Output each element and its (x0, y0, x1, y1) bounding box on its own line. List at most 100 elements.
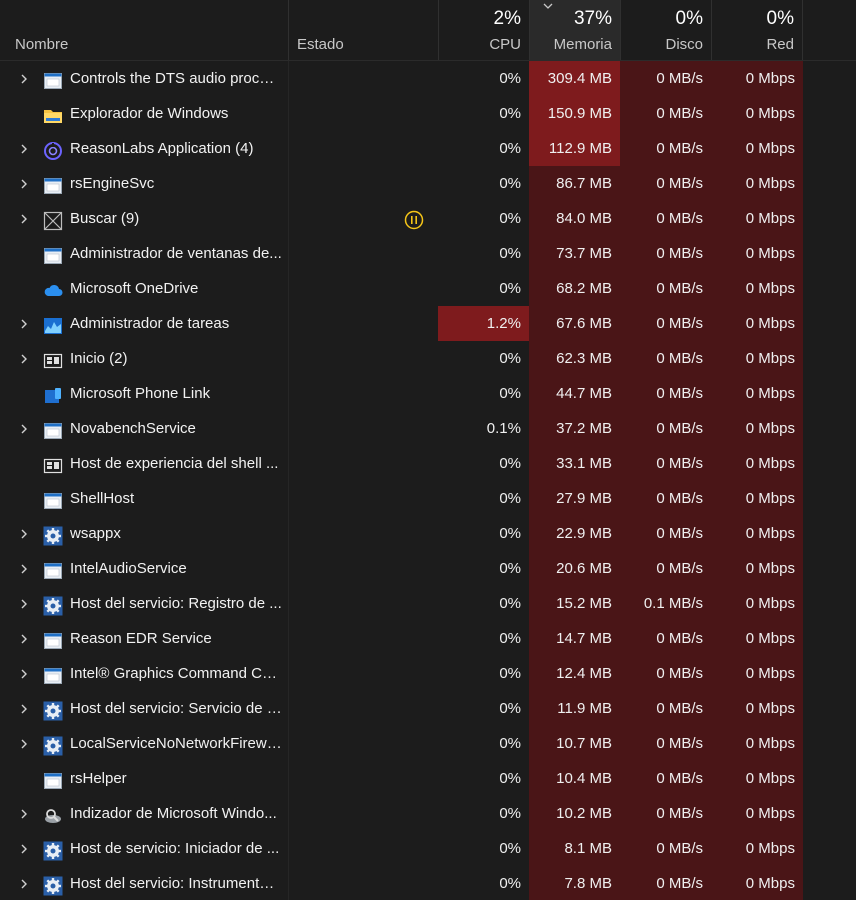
chevron-right-icon[interactable] (18, 516, 30, 551)
process-name: Indizador de Microsoft Windo... (70, 805, 277, 822)
process-row[interactable]: Inicio (2) 0% 62.3 MB 0 MB/s 0 Mbps (0, 341, 856, 376)
process-cpu-cell: 0% (438, 96, 529, 131)
chevron-right-icon[interactable] (18, 131, 30, 166)
column-header-disk[interactable]: 0% Disco (620, 0, 711, 60)
chevron-right-icon[interactable] (18, 201, 30, 236)
process-cpu-cell: 0% (438, 201, 529, 236)
chevron-right-icon[interactable] (18, 866, 30, 900)
process-row[interactable]: ReasonLabs Application (4) 0% 112.9 MB 0 MB… (0, 131, 856, 166)
process-network-cell: 0 Mbps (711, 61, 803, 96)
column-header-memory[interactable]: 37% Memoria (529, 0, 620, 60)
column-header-status[interactable]: Estado (288, 0, 438, 60)
process-status-cell (288, 796, 438, 831)
process-row[interactable]: Buscar (9) 0% 84.0 MB 0 MB/s 0 Mbps (0, 201, 856, 236)
column-header-name[interactable]: Nombre (0, 0, 288, 60)
process-cpu-cell: 0% (438, 236, 529, 271)
chevron-right-icon[interactable] (18, 551, 30, 586)
process-memory-cell: 150.9 MB (529, 96, 620, 131)
process-row[interactable]: IntelAudioService 0% 20.6 MB 0 MB/s 0 Mbps (0, 551, 856, 586)
process-memory-cell: 68.2 MB (529, 271, 620, 306)
chevron-right-icon[interactable] (18, 341, 30, 376)
process-row[interactable]: wsappx 0% 22.9 MB 0 MB/s 0 Mbps (0, 516, 856, 551)
memory-total-percent: 37% (573, 8, 612, 29)
pause-icon (404, 208, 424, 230)
process-network-cell: 0 Mbps (711, 236, 803, 271)
process-row[interactable]: rsHelper 0% 10.4 MB 0 MB/s 0 Mbps (0, 761, 856, 796)
process-row[interactable]: Indizador de Microsoft Windo... 0% 10.2 MB… (0, 796, 856, 831)
chevron-right-icon[interactable] (18, 586, 30, 621)
process-row[interactable]: Intel® Graphics Command Ce... 0% 12.4 MB 0 … (0, 656, 856, 691)
process-disk-cell: 0 MB/s (620, 481, 711, 516)
process-memory-cell: 84.0 MB (529, 201, 620, 236)
process-name-cell: NovabenchService (0, 411, 288, 446)
process-memory-cell: 12.4 MB (529, 656, 620, 691)
process-row[interactable]: Controls the DTS audio proces... 0% 309.4 … (0, 61, 856, 96)
process-row[interactable]: Administrador de ventanas de... 0% 73.7 MB… (0, 236, 856, 271)
chevron-right-icon[interactable] (18, 411, 30, 446)
process-row[interactable]: Reason EDR Service 0% 14.7 MB 0 MB/s 0 Mbps (0, 621, 856, 656)
chevron-right-icon[interactable] (18, 61, 30, 96)
process-status-cell (288, 96, 438, 131)
process-status-cell (288, 201, 438, 236)
process-row[interactable]: Explorador de Windows 0% 150.9 MB 0 MB/s 0 M… (0, 96, 856, 131)
chevron-right-icon[interactable] (18, 796, 30, 831)
process-row[interactable]: Host del servicio: Servicio de r... 0% 11.… (0, 691, 856, 726)
app-window-icon (43, 664, 63, 684)
process-network-cell: 0 Mbps (711, 481, 803, 516)
process-row[interactable]: Host de experiencia del shell ... 0% 33.1 … (0, 446, 856, 481)
process-name: Microsoft Phone Link (70, 385, 211, 402)
process-disk-cell: 0 MB/s (620, 761, 711, 796)
process-name-cell: Host del servicio: Servicio de r... (0, 691, 288, 726)
chevron-right-icon[interactable] (18, 656, 30, 691)
chevron-right-icon[interactable] (18, 691, 30, 726)
process-memory-cell: 11.9 MB (529, 691, 620, 726)
process-name: IntelAudioService (70, 560, 187, 577)
process-disk-cell: 0 MB/s (620, 726, 711, 761)
process-disk-cell: 0 MB/s (620, 306, 711, 341)
process-status-cell (288, 831, 438, 866)
process-name-cell: Host de servicio: Iniciador de ... (0, 831, 288, 866)
process-network-cell: 0 Mbps (711, 551, 803, 586)
process-network-cell: 0 Mbps (711, 761, 803, 796)
column-header-cpu[interactable]: 2% CPU (438, 0, 529, 60)
process-network-cell: 0 Mbps (711, 166, 803, 201)
process-memory-cell: 44.7 MB (529, 376, 620, 411)
column-label-memory: Memoria (553, 36, 612, 53)
chevron-right-icon[interactable] (18, 726, 30, 761)
column-header-network[interactable]: 0% Red (711, 0, 803, 60)
app-window-icon (43, 244, 63, 264)
column-label-status: Estado (297, 36, 344, 53)
chevron-right-icon[interactable] (18, 306, 30, 341)
process-cpu-cell: 0% (438, 516, 529, 551)
reasonlabs-icon (43, 139, 63, 160)
process-row[interactable]: LocalServiceNoNetworkFirewa... 0% 10.7 MB 0… (0, 726, 856, 761)
process-name-cell: Host del servicio: Instrumental... (0, 866, 288, 900)
process-name: Microsoft OneDrive (70, 280, 199, 297)
process-row[interactable]: ShellHost 0% 27.9 MB 0 MB/s 0 Mbps (0, 481, 856, 516)
process-row[interactable]: NovabenchService 0.1% 37.2 MB 0 MB/s 0 Mbps (0, 411, 856, 446)
process-name: Buscar (9) (70, 210, 140, 227)
process-row[interactable]: Microsoft Phone Link 0% 44.7 MB 0 MB/s 0 Mbp… (0, 376, 856, 411)
chevron-right-icon[interactable] (18, 621, 30, 656)
chevron-right-icon[interactable] (18, 831, 30, 866)
process-status-cell (288, 691, 438, 726)
process-row[interactable]: Host del servicio: Instrumental... 0% 7.8 … (0, 866, 856, 900)
process-memory-cell: 309.4 MB (529, 61, 620, 96)
process-name-cell: Inicio (2) (0, 341, 288, 376)
phone-link-icon (43, 384, 63, 404)
process-row[interactable]: rsEngineSvc 0% 86.7 MB 0 MB/s 0 Mbps (0, 166, 856, 201)
process-name-cell: Host del servicio: Registro de ... (0, 586, 288, 621)
process-name: ReasonLabs Application (4) (70, 140, 254, 157)
process-row[interactable]: Host del servicio: Registro de ... 0% 15.2… (0, 586, 856, 621)
chevron-right-icon[interactable] (18, 166, 30, 201)
process-cpu-cell: 0% (438, 166, 529, 201)
process-name: Host de experiencia del shell ... (70, 455, 279, 472)
process-name-cell: rsEngineSvc (0, 166, 288, 201)
process-row[interactable]: Host de servicio: Iniciador de ... 0% 8.1 … (0, 831, 856, 866)
process-network-cell: 0 Mbps (711, 341, 803, 376)
process-row[interactable]: Microsoft OneDrive 0% 68.2 MB 0 MB/s 0 Mbps (0, 271, 856, 306)
process-row[interactable]: Administrador de tareas 1.2% 67.6 MB 0 MB/s… (0, 306, 856, 341)
process-status-cell (288, 341, 438, 376)
process-status-cell (288, 481, 438, 516)
process-cpu-cell: 1.2% (438, 306, 529, 341)
